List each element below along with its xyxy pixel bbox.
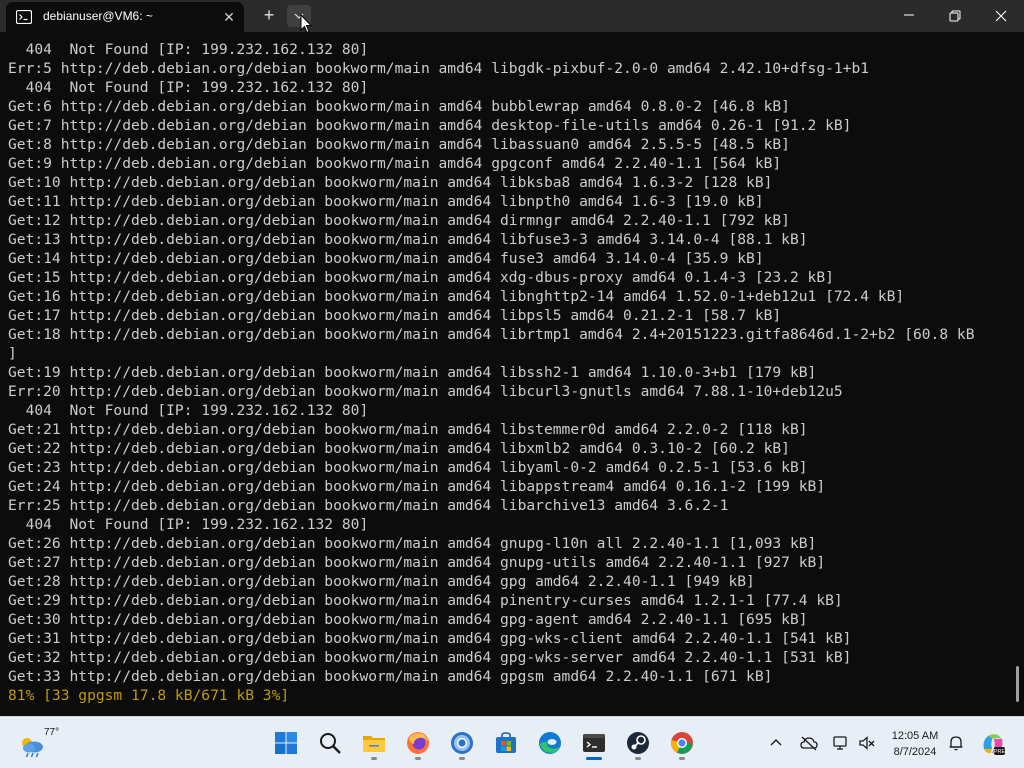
file-explorer-button[interactable] [358, 727, 390, 760]
mouse-cursor-icon [300, 14, 312, 34]
cloud-offline-icon [800, 736, 818, 751]
minimize-icon [904, 14, 914, 16]
chrome-icon [671, 732, 693, 754]
terminal-line: Get:18 http://deb.debian.org/debian book… [8, 326, 975, 343]
close-icon [995, 10, 1007, 22]
terminal-line: 404 Not Found [IP: 199.232.162.132 80] [8, 41, 369, 58]
terminal-line: Get:10 http://deb.debian.org/debian book… [8, 174, 773, 191]
terminal-line: Get:28 http://deb.debian.org/debian book… [8, 573, 755, 590]
terminal-line: Get:24 http://deb.debian.org/debian book… [8, 478, 826, 495]
folder-icon [363, 736, 385, 752]
svg-text:PRE: PRE [994, 749, 1006, 755]
clock-time: 12:05 AM [891, 730, 939, 742]
terminal-line: Get:30 http://deb.debian.org/debian book… [8, 611, 808, 628]
firefox-button[interactable] [402, 727, 434, 760]
terminal-line: Get:6 http://deb.debian.org/debian bookw… [8, 98, 790, 115]
terminal-line: Get:15 http://deb.debian.org/debian book… [8, 269, 834, 286]
edge-icon [539, 732, 561, 754]
start-button[interactable] [270, 727, 302, 759]
volume-muted-icon [859, 736, 875, 750]
terminal-line: Get:9 http://deb.debian.org/debian bookw… [8, 155, 782, 172]
search-icon [320, 733, 341, 754]
show-hidden-icons-button[interactable] [766, 731, 788, 755]
close-window-button[interactable] [978, 0, 1024, 32]
bell-icon [949, 736, 963, 751]
terminal-line: Err:25 http://deb.debian.org/debian book… [8, 497, 729, 514]
clock-date: 8/7/2024 [893, 746, 937, 758]
running-indicator [635, 757, 641, 760]
close-tab-icon[interactable]: ✕ [219, 7, 239, 27]
terminal-line: 404 Not Found [IP: 199.232.162.132 80] [8, 79, 369, 96]
terminal-icon [583, 734, 605, 752]
copilot-button[interactable]: PRE [978, 727, 1008, 757]
store-icon [496, 732, 516, 753]
terminal-output[interactable]: 404 Not Found [IP: 199.232.162.132 80] Er… [0, 32, 1024, 716]
terminal-line: ] [8, 345, 17, 362]
terminal-line: Get:21 http://deb.debian.org/debian book… [8, 421, 808, 438]
microsoft-store-button[interactable] [490, 727, 522, 759]
weather-temperature: 77° [44, 727, 60, 738]
terminal-line: Err:20 http://deb.debian.org/debian book… [8, 383, 843, 400]
terminal-icon [16, 10, 32, 24]
taskbar: 77° 12:05 AM 8/7/2024 PRE [0, 716, 1024, 768]
partly-sunny-rain-icon [22, 738, 43, 758]
minimize-button[interactable] [886, 0, 932, 32]
terminal-line: Get:22 http://deb.debian.org/debian book… [8, 440, 790, 457]
scrollbar-thumb[interactable] [1016, 666, 1019, 702]
terminal-line: Get:23 http://deb.debian.org/debian book… [8, 459, 808, 476]
tab-terminal[interactable]: debianuser@VM6: ~ ✕ [6, 2, 244, 32]
terminal-line: Get:31 http://deb.debian.org/debian book… [8, 630, 852, 647]
terminal-button[interactable] [578, 727, 610, 760]
terminal-line: Get:19 http://deb.debian.org/debian book… [8, 364, 817, 381]
running-indicator [371, 757, 377, 760]
copilot-icon: PRE [983, 734, 1006, 755]
terminal-line: Get:33 http://deb.debian.org/debian book… [8, 668, 773, 685]
terminal-line: Get:26 http://deb.debian.org/debian book… [8, 535, 817, 552]
terminal-line: Get:11 http://deb.debian.org/debian book… [8, 193, 764, 210]
terminal-line: Get:17 http://deb.debian.org/debian book… [8, 307, 782, 324]
chrome-icon [451, 732, 473, 754]
terminal-line: Get:7 http://deb.debian.org/debian bookw… [8, 117, 852, 134]
terminal-line: Get:12 http://deb.debian.org/debian book… [8, 212, 790, 229]
terminal-line: Get:27 http://deb.debian.org/debian book… [8, 554, 826, 571]
terminal-line: Get:29 http://deb.debian.org/debian book… [8, 592, 843, 609]
title-bar: debianuser@VM6: ~ ✕ + [0, 0, 1024, 32]
terminal-line: Get:13 http://deb.debian.org/debian book… [8, 231, 808, 248]
terminal-line: 404 Not Found [IP: 199.232.162.132 80] [8, 402, 369, 419]
network-button[interactable] [830, 731, 852, 755]
volume-button[interactable] [856, 731, 878, 755]
running-indicator [679, 757, 685, 760]
running-indicator [415, 757, 421, 760]
terminal-line: Get:32 http://deb.debian.org/debian book… [8, 649, 852, 666]
steam-button[interactable] [622, 727, 654, 760]
terminal-line: Get:8 http://deb.debian.org/debian bookw… [8, 136, 790, 153]
running-indicator [459, 757, 465, 760]
terminal-lines: 404 Not Found [IP: 199.232.162.132 80] Er… [8, 40, 1008, 705]
chevron-up-icon [770, 739, 782, 746]
search-button[interactable] [314, 727, 346, 759]
terminal-line: Err:5 http://deb.debian.org/debian bookw… [8, 60, 870, 77]
chrome-button[interactable] [446, 727, 478, 760]
terminal-line: 404 Not Found [IP: 199.232.162.132 80] [8, 516, 369, 533]
onedrive-button[interactable] [798, 731, 820, 755]
clock[interactable]: 12:05 AM 8/7/2024 [880, 728, 950, 760]
weather-widget[interactable]: 77° [14, 726, 60, 762]
firefox-icon [407, 732, 429, 754]
new-tab-button[interactable]: + [258, 5, 280, 27]
active-indicator [586, 757, 602, 760]
restore-icon [949, 10, 961, 22]
maximize-button[interactable] [932, 0, 978, 32]
download-progress-line: 81% [33 gpgsm 17.8 kB/671 kB 3%] [8, 687, 290, 704]
terminal-line: Get:14 http://deb.debian.org/debian book… [8, 250, 764, 267]
terminal-line: Get:16 http://deb.debian.org/debian book… [8, 288, 905, 305]
chrome-button-2[interactable] [666, 727, 698, 760]
network-icon [833, 736, 847, 750]
notifications-button[interactable] [946, 731, 968, 755]
tab-title: debianuser@VM6: ~ [43, 9, 153, 23]
steam-icon [627, 732, 649, 754]
edge-button[interactable] [534, 727, 566, 759]
windows-logo-icon [275, 732, 297, 754]
